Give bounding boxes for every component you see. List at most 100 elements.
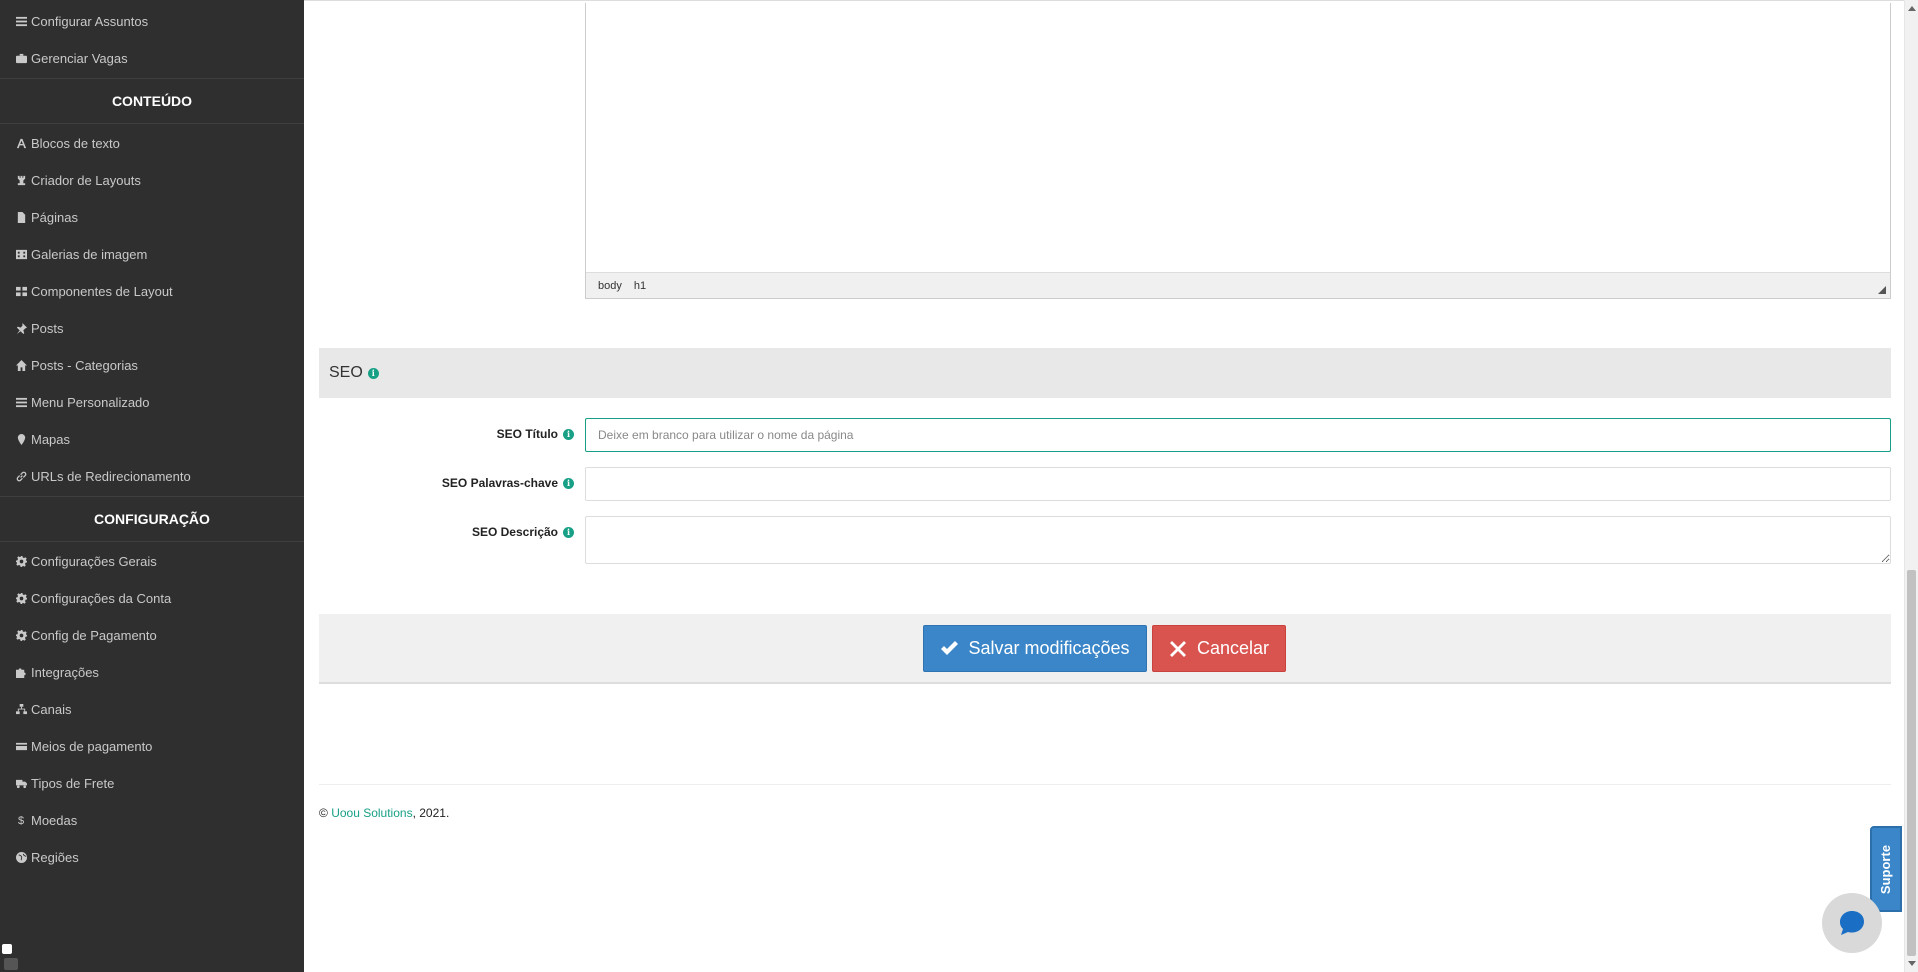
link-icon xyxy=(14,471,28,482)
truck-icon xyxy=(14,778,28,789)
sidebar-item-moedas[interactable]: $ Moedas xyxy=(0,802,304,839)
scrollbar-thumb[interactable] xyxy=(1907,570,1916,956)
sidebar-item-label: Configurações da Conta xyxy=(31,591,172,606)
chat-launcher-button[interactable] xyxy=(1822,893,1882,953)
sidebar-item-blocos-de-texto[interactable]: Blocos de texto xyxy=(0,125,304,162)
save-button-label: Salvar modificações xyxy=(968,638,1130,658)
sidebar-item-label: Configurações Gerais xyxy=(31,554,157,569)
footer-year: , 2021. xyxy=(412,806,450,820)
pin-icon[interactable] xyxy=(2,944,12,954)
seo-description-label-text: SEO Descrição xyxy=(471,525,558,539)
seo-section-header: SEO i xyxy=(319,348,1891,398)
sidebar-item-label: Blocos de texto xyxy=(31,136,120,151)
sidebar-item-label: Galerias de imagem xyxy=(31,247,148,262)
page-scrollbar[interactable] xyxy=(1904,0,1918,972)
font-icon xyxy=(14,138,28,149)
gear-icon xyxy=(14,556,28,567)
footer-copyright: © xyxy=(319,806,328,820)
sidebar-bottom-tools xyxy=(0,942,30,972)
sidebar-item-configuracoes-da-conta[interactable]: Configurações da Conta xyxy=(0,580,304,617)
gear-icon xyxy=(14,630,28,641)
globe-icon xyxy=(14,852,28,863)
cancel-button[interactable]: Cancelar xyxy=(1152,625,1286,672)
seo-keywords-label-text: SEO Palavras-chave xyxy=(441,476,558,490)
editor-path-h1[interactable]: h1 xyxy=(634,280,646,292)
sidebar-item-label: Canais xyxy=(31,702,72,717)
briefcase-icon xyxy=(14,53,28,64)
sidebar-item-label: Menu Personalizado xyxy=(31,395,150,410)
sidebar-item-label: URLs de Redirecionamento xyxy=(31,469,191,484)
chat-bubble-icon xyxy=(1840,911,1864,935)
info-icon[interactable]: i xyxy=(563,477,574,489)
sidebar-item-componentes-de-layout[interactable]: Componentes de Layout xyxy=(0,273,304,310)
info-icon[interactable]: i xyxy=(563,526,574,538)
rich-text-editor[interactable]: body h1 xyxy=(585,3,1891,299)
seo-description-textarea[interactable] xyxy=(585,516,1891,564)
form-actions-bar: Salvar modificações Cancelar xyxy=(319,614,1891,684)
list-icon xyxy=(14,397,28,408)
sidebar-item-configuracoes-gerais[interactable]: Configurações Gerais xyxy=(0,543,304,580)
map-marker-icon xyxy=(14,434,28,445)
sidebar-item-configurar-assuntos[interactable]: Configurar Assuntos xyxy=(0,3,304,40)
camera-icon[interactable] xyxy=(4,958,18,970)
editor-path-body[interactable]: body xyxy=(598,280,622,292)
sidebar-item-label: Mapas xyxy=(31,432,71,447)
sidebar-item-mapas[interactable]: Mapas xyxy=(0,421,304,458)
sidebar-item-gerenciar-vagas[interactable]: Gerenciar Vagas xyxy=(0,40,304,77)
credit-card-icon xyxy=(14,741,28,752)
scroll-down-arrow-icon[interactable] xyxy=(1908,961,1916,966)
seo-keywords-label: SEO Palavras-chave i xyxy=(442,476,574,490)
file-icon xyxy=(14,212,28,223)
close-icon xyxy=(1169,640,1186,657)
footer-divider xyxy=(319,784,1891,785)
editor-statusbar: body h1 xyxy=(586,272,1890,298)
grid-icon xyxy=(14,286,28,297)
support-tab-label: Suporte xyxy=(1878,844,1894,894)
puzzle-icon xyxy=(14,667,28,678)
sidebar-item-menu-personalizado[interactable]: Menu Personalizado xyxy=(0,384,304,421)
sidebar-item-label: Páginas xyxy=(31,210,78,225)
editor-resize-handle[interactable] xyxy=(1878,286,1886,294)
footer: © Uoou Solutions, 2021. xyxy=(319,806,449,820)
sidebar-item-meios-de-pagamento[interactable]: Meios de pagamento xyxy=(0,728,304,765)
sidebar-item-integracoes[interactable]: Integrações xyxy=(0,654,304,691)
sidebar-item-criador-de-layouts[interactable]: Criador de Layouts xyxy=(0,162,304,199)
sidebar-item-tipos-de-frete[interactable]: Tipos de Frete xyxy=(0,765,304,802)
info-icon[interactable]: i xyxy=(367,367,379,379)
seo-title-label-text: SEO Título xyxy=(496,427,558,441)
sidebar-item-canais[interactable]: Canais xyxy=(0,691,304,728)
scroll-up-arrow-icon[interactable] xyxy=(1908,6,1916,11)
save-button[interactable]: Salvar modificações xyxy=(923,625,1147,672)
sidebar: Configurar Assuntos Gerenciar Vagas CONT… xyxy=(0,0,304,972)
sidebar-item-regioes[interactable]: Regiões xyxy=(0,839,304,876)
cancel-button-label: Cancelar xyxy=(1196,638,1270,658)
gear-icon xyxy=(14,593,28,604)
dollar-icon: $ xyxy=(17,814,25,827)
seo-title-input[interactable] xyxy=(585,418,1891,452)
home-icon xyxy=(14,360,28,371)
sidebar-item-urls-de-redirecionamento[interactable]: URLs de Redirecionamento xyxy=(0,458,304,495)
main-content: body h1 SEO i SEO Título i SEO Palavras-… xyxy=(304,0,1904,972)
info-icon[interactable]: i xyxy=(563,428,574,440)
sidebar-item-posts-categorias[interactable]: Posts - Categorias xyxy=(0,347,304,384)
sidebar-item-label: Integrações xyxy=(31,665,99,680)
sidebar-item-label: Moedas xyxy=(31,813,78,828)
sidebar-item-label: Posts xyxy=(31,321,64,336)
footer-company-link[interactable]: Uoou Solutions xyxy=(331,806,412,820)
support-tab[interactable]: Suporte xyxy=(1870,826,1902,912)
chess-rook-icon xyxy=(14,175,28,186)
seo-description-label: SEO Descrição i xyxy=(472,525,574,539)
sidebar-item-label: Posts - Categorias xyxy=(31,358,138,373)
seo-keywords-input[interactable] xyxy=(585,467,1891,501)
seo-title-label: SEO Título i xyxy=(497,427,574,441)
sidebar-item-label: Meios de pagamento xyxy=(31,739,153,754)
sidebar-item-label: Gerenciar Vagas xyxy=(31,51,128,66)
pin-icon xyxy=(14,323,28,334)
sidebar-item-posts[interactable]: Posts xyxy=(0,310,304,347)
sidebar-item-galerias-de-imagem[interactable]: Galerias de imagem xyxy=(0,236,304,273)
sidebar-item-paginas[interactable]: Páginas xyxy=(0,199,304,236)
check-icon xyxy=(941,640,959,655)
sidebar-item-config-de-pagamento[interactable]: Config de Pagamento xyxy=(0,617,304,654)
sidebar-item-label: Config de Pagamento xyxy=(31,628,157,643)
sidebar-item-label: Componentes de Layout xyxy=(31,284,173,299)
